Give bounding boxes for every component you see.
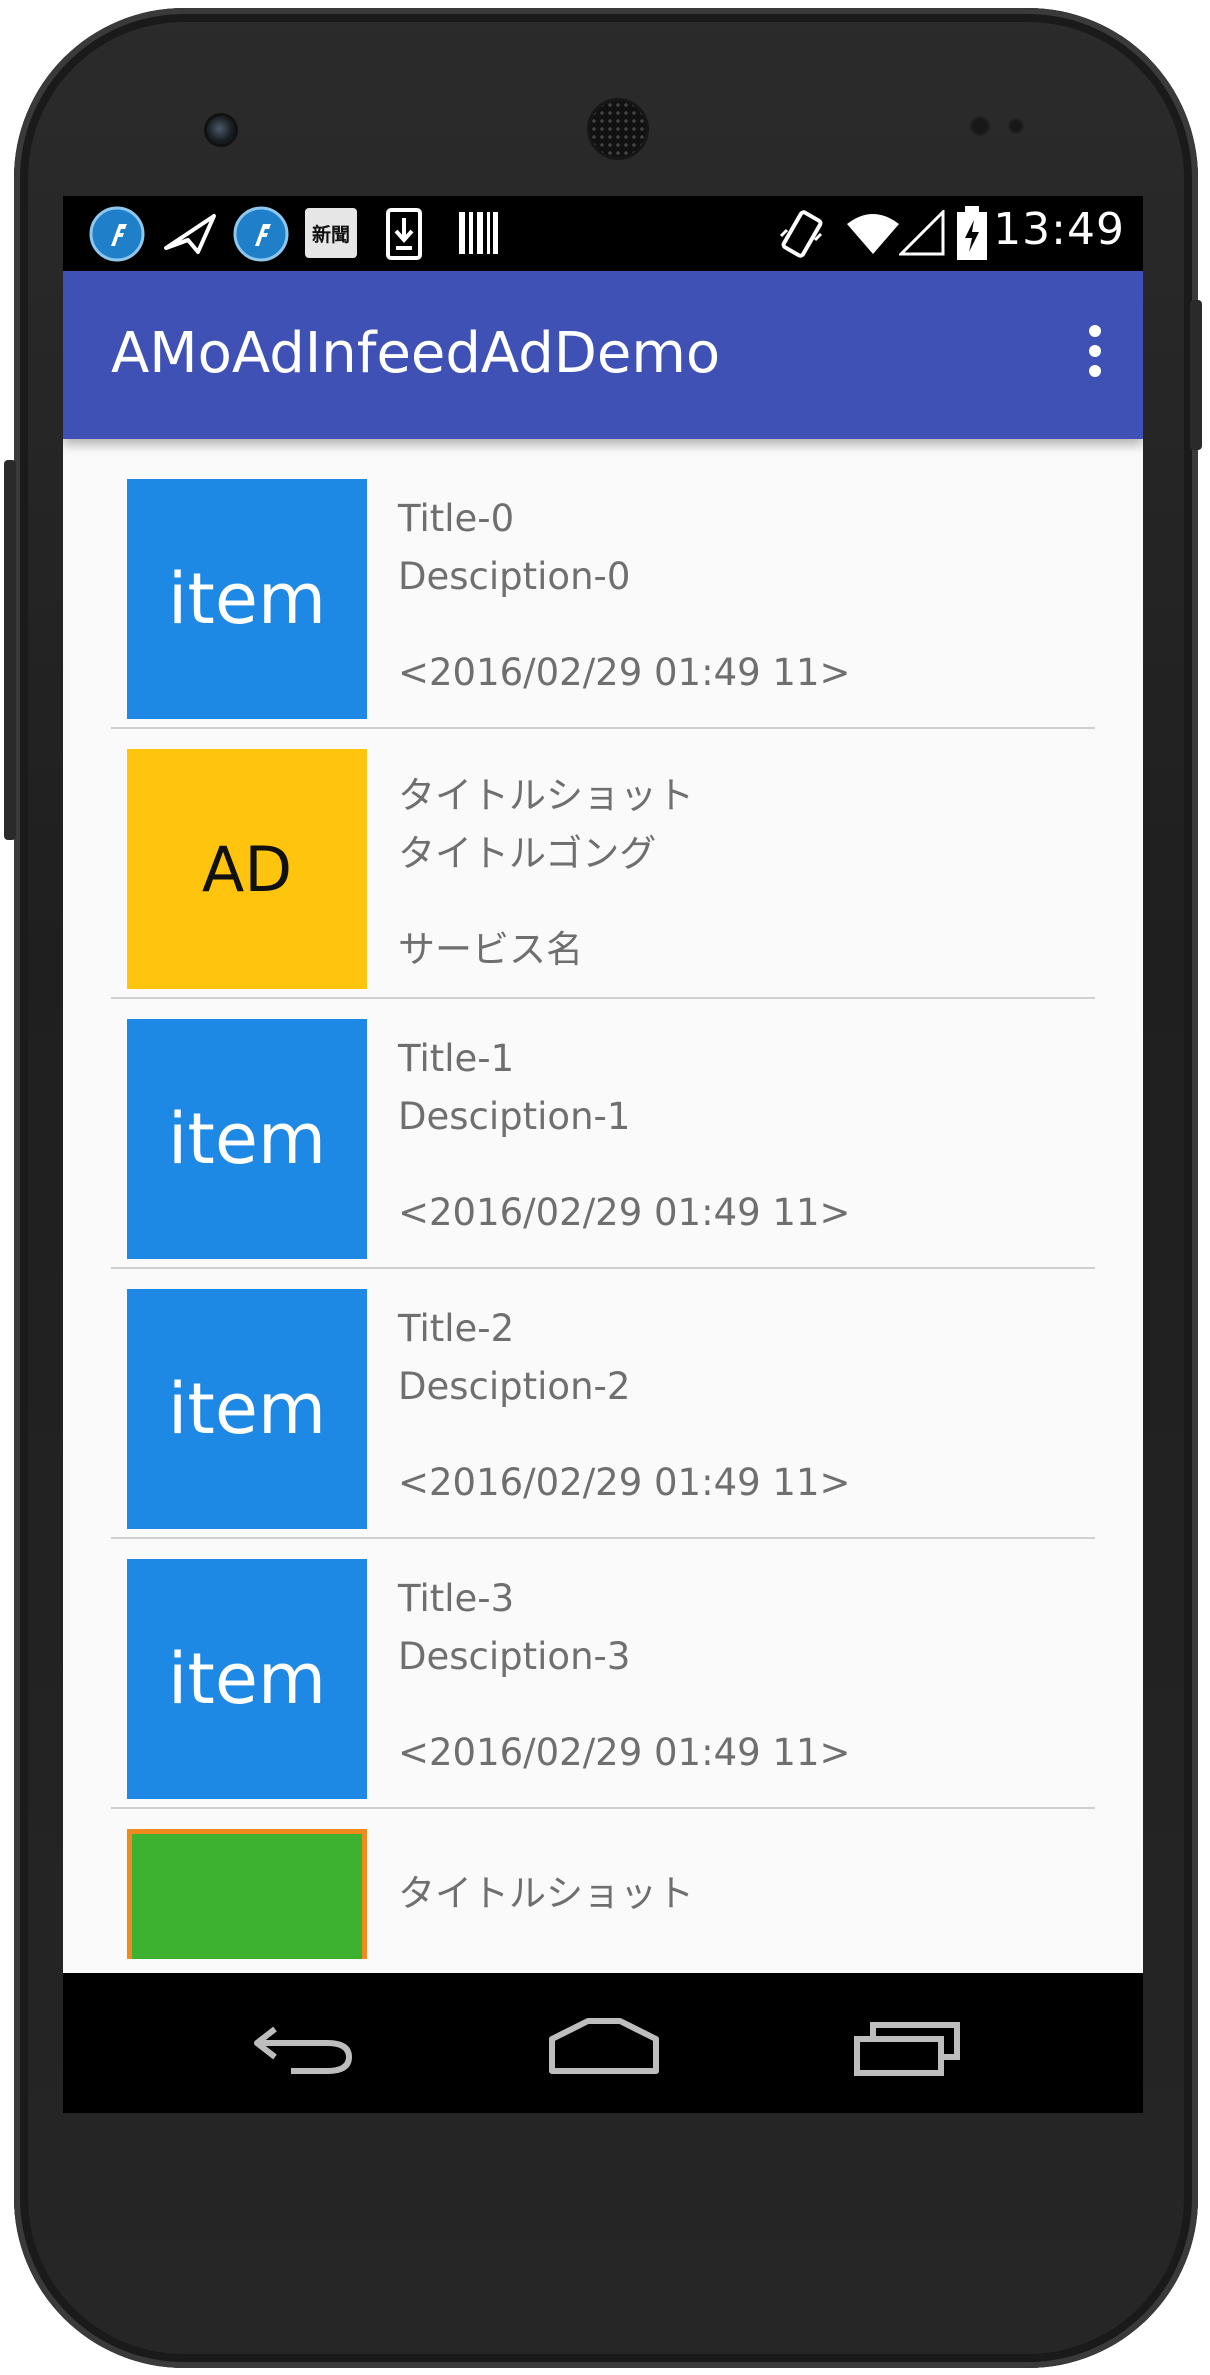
item-description: Desciption-3 bbox=[398, 1635, 631, 1678]
item-title: Title-3 bbox=[398, 1577, 515, 1620]
signal-icon bbox=[899, 210, 945, 256]
app-title: AMoAdInfeedAdDemo bbox=[111, 321, 721, 386]
thumbnail-label: item bbox=[167, 558, 327, 640]
front-camera bbox=[207, 116, 235, 144]
item-thumbnail: item bbox=[127, 1019, 367, 1259]
newspaper-icon-label: 新聞 bbox=[311, 223, 350, 246]
light-sensor bbox=[1010, 120, 1022, 132]
power-button[interactable] bbox=[1190, 300, 1202, 450]
list-item-title-1[interactable]: item Title-1 Desciption-1 <2016/02/29 01… bbox=[63, 999, 1143, 1269]
list-item-title-3[interactable]: item Title-3 Desciption-3 <2016/02/29 01… bbox=[63, 1539, 1143, 1809]
proximity-sensor bbox=[972, 118, 988, 134]
list-item-title-0[interactable]: item Title-0 Desciption-0 <2016/02/29 01… bbox=[63, 459, 1143, 729]
item-description: Desciption-2 bbox=[398, 1365, 631, 1408]
item-title: Title-0 bbox=[398, 497, 515, 540]
item-thumbnail: item bbox=[127, 1289, 367, 1529]
newspaper-icon: 新聞 bbox=[305, 208, 357, 258]
screen: 新聞 13:49 AMoAdInfeedAdDemo item Title-0 … bbox=[63, 196, 1143, 2113]
overflow-menu-icon[interactable] bbox=[1085, 323, 1105, 383]
item-timestamp: <2016/02/29 01:49 11> bbox=[398, 1191, 851, 1234]
feedly-icon bbox=[233, 206, 289, 262]
earpiece-speaker bbox=[590, 101, 646, 157]
item-timestamp: <2016/02/29 01:49 11> bbox=[398, 1731, 851, 1774]
item-timestamp: <2016/02/29 01:49 11> bbox=[398, 1461, 851, 1504]
thumbnail-label: item bbox=[167, 1098, 327, 1180]
vibrate-icon bbox=[779, 210, 823, 258]
ad-title-long: タイトルゴング bbox=[398, 832, 657, 875]
ad-title-short: タイトルショット bbox=[398, 774, 694, 817]
list-item-title-2[interactable]: item Title-2 Desciption-2 <2016/02/29 01… bbox=[63, 1269, 1143, 1539]
home-icon[interactable] bbox=[548, 2015, 660, 2075]
status-clock: 13:49 bbox=[993, 204, 1125, 255]
item-description: Desciption-1 bbox=[398, 1095, 631, 1138]
item-description: Desciption-0 bbox=[398, 555, 631, 598]
feedly-icon bbox=[89, 206, 145, 262]
wifi-icon bbox=[847, 214, 899, 254]
overflow-dot bbox=[1089, 345, 1101, 357]
status-bar: 新聞 13:49 bbox=[63, 196, 1143, 271]
volume-rocker[interactable] bbox=[4, 460, 16, 840]
barcode-icon bbox=[459, 212, 498, 254]
back-icon[interactable] bbox=[251, 2017, 355, 2077]
overflow-dot bbox=[1089, 365, 1101, 377]
list-item-ad[interactable]: AD タイトルショット タイトルゴング サービス名 bbox=[63, 729, 1143, 999]
navigation-bar bbox=[63, 1973, 1143, 2113]
item-thumbnail: item bbox=[127, 1559, 367, 1799]
ad-service-name: サービス名 bbox=[398, 928, 583, 971]
thumbnail-label: AD bbox=[201, 832, 293, 906]
overflow-dot bbox=[1089, 325, 1101, 337]
ad-thumbnail-image bbox=[127, 1829, 367, 1959]
ad-thumbnail: AD bbox=[127, 749, 367, 989]
list-item-ad-partial[interactable]: タイトルショット bbox=[63, 1809, 1143, 1959]
item-timestamp: <2016/02/29 01:49 11> bbox=[398, 651, 851, 694]
battery-charging-icon bbox=[957, 206, 987, 260]
item-title: Title-2 bbox=[398, 1307, 515, 1350]
feed-list[interactable]: item Title-0 Desciption-0 <2016/02/29 01… bbox=[63, 439, 1143, 2113]
app-bar: AMoAdInfeedAdDemo bbox=[63, 271, 1143, 439]
recents-icon[interactable] bbox=[853, 2017, 963, 2077]
send-icon bbox=[164, 214, 216, 254]
item-title: Title-1 bbox=[398, 1037, 515, 1080]
thumbnail-label: item bbox=[167, 1638, 327, 1720]
download-icon bbox=[386, 208, 422, 260]
item-thumbnail: item bbox=[127, 479, 367, 719]
thumbnail-label: item bbox=[167, 1368, 327, 1450]
ad-title-short: タイトルショット bbox=[398, 1872, 694, 1915]
